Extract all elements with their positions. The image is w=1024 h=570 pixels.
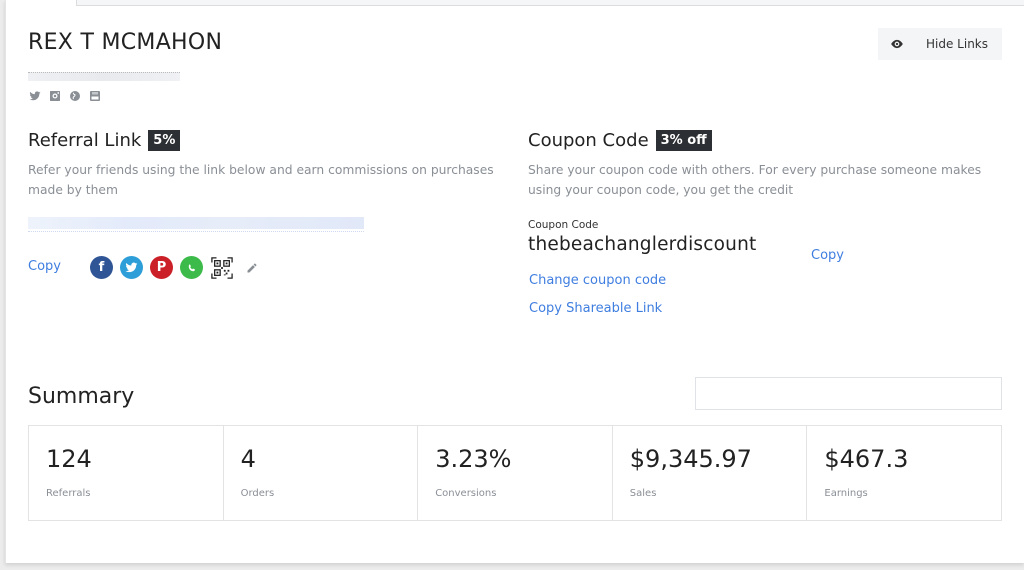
share-icons: f P bbox=[90, 256, 263, 279]
eye-icon bbox=[890, 37, 904, 51]
stat-value: 124 bbox=[46, 445, 92, 473]
pinterest-icon[interactable]: P bbox=[150, 256, 173, 279]
stat-value: 4 bbox=[240, 445, 256, 473]
instagram-icon[interactable] bbox=[49, 90, 61, 102]
coupon-description: Share your coupon code with others. For … bbox=[528, 163, 982, 197]
hide-links-label: Hide Links bbox=[926, 37, 988, 51]
coupon-code-heading: Coupon Code 3% off bbox=[528, 130, 712, 151]
stat-label: Sales bbox=[629, 488, 657, 499]
commission-badge: 5% bbox=[148, 130, 181, 151]
stat-sales: $9,345.97 Sales bbox=[613, 426, 808, 520]
referral-link-title: Referral Link bbox=[28, 130, 142, 151]
tab-bar bbox=[76, 0, 1024, 6]
pencil-icon[interactable] bbox=[240, 256, 263, 279]
coupon-code-value: thebeachanglerdiscount bbox=[528, 234, 757, 255]
stat-referrals: 124 Referrals bbox=[29, 426, 224, 520]
hide-links-button[interactable]: Hide Links bbox=[878, 28, 1002, 60]
summary-stats: 124 Referrals 4 Orders 3.23% Conversions… bbox=[28, 425, 1002, 521]
date-range-input[interactable] bbox=[695, 377, 1002, 410]
youtube-icon[interactable] bbox=[89, 90, 101, 102]
whatsapp-icon[interactable] bbox=[180, 256, 203, 279]
stat-value: $9,345.97 bbox=[629, 445, 752, 473]
coupon-code-title: Coupon Code bbox=[528, 130, 649, 151]
referral-link-redacted[interactable] bbox=[28, 217, 364, 229]
referral-description: Refer your friends using the link below … bbox=[28, 163, 494, 197]
stat-value: $467.3 bbox=[824, 445, 909, 473]
stat-label: Referrals bbox=[46, 488, 91, 499]
qr-code-icon[interactable] bbox=[210, 256, 233, 279]
copy-coupon-button[interactable]: Copy bbox=[811, 248, 844, 263]
stat-orders: 4 Orders bbox=[224, 426, 419, 520]
discount-badge: 3% off bbox=[655, 130, 712, 151]
social-links bbox=[29, 90, 101, 102]
coupon-code-label: Coupon Code bbox=[528, 219, 599, 231]
globe-icon[interactable] bbox=[69, 90, 81, 102]
stat-label: Orders bbox=[240, 488, 275, 499]
summary-title: Summary bbox=[28, 384, 135, 409]
stat-label: Conversions bbox=[435, 488, 497, 499]
stat-value: 3.23% bbox=[435, 445, 512, 473]
change-coupon-code-link[interactable]: Change coupon code bbox=[529, 273, 666, 288]
stat-earnings: $467.3 Earnings bbox=[807, 426, 1001, 520]
affiliate-panel: REX T MCMAHON Hide Links Referral Link 5… bbox=[5, 0, 1024, 563]
stat-label: Earnings bbox=[824, 488, 868, 499]
facebook-icon[interactable]: f bbox=[90, 256, 113, 279]
copy-referral-link-button[interactable]: Copy bbox=[28, 259, 61, 274]
affiliate-name: REX T MCMAHON bbox=[28, 30, 223, 55]
copy-shareable-link[interactable]: Copy Shareable Link bbox=[529, 301, 662, 316]
referral-link-underline bbox=[28, 229, 364, 232]
twitter-icon[interactable] bbox=[29, 90, 41, 102]
active-tab[interactable] bbox=[6, 0, 76, 7]
stat-conversions: 3.23% Conversions bbox=[418, 426, 613, 520]
referral-link-heading: Referral Link 5% bbox=[28, 130, 181, 151]
twitter-share-icon[interactable] bbox=[120, 256, 143, 279]
email-redacted bbox=[28, 72, 180, 81]
